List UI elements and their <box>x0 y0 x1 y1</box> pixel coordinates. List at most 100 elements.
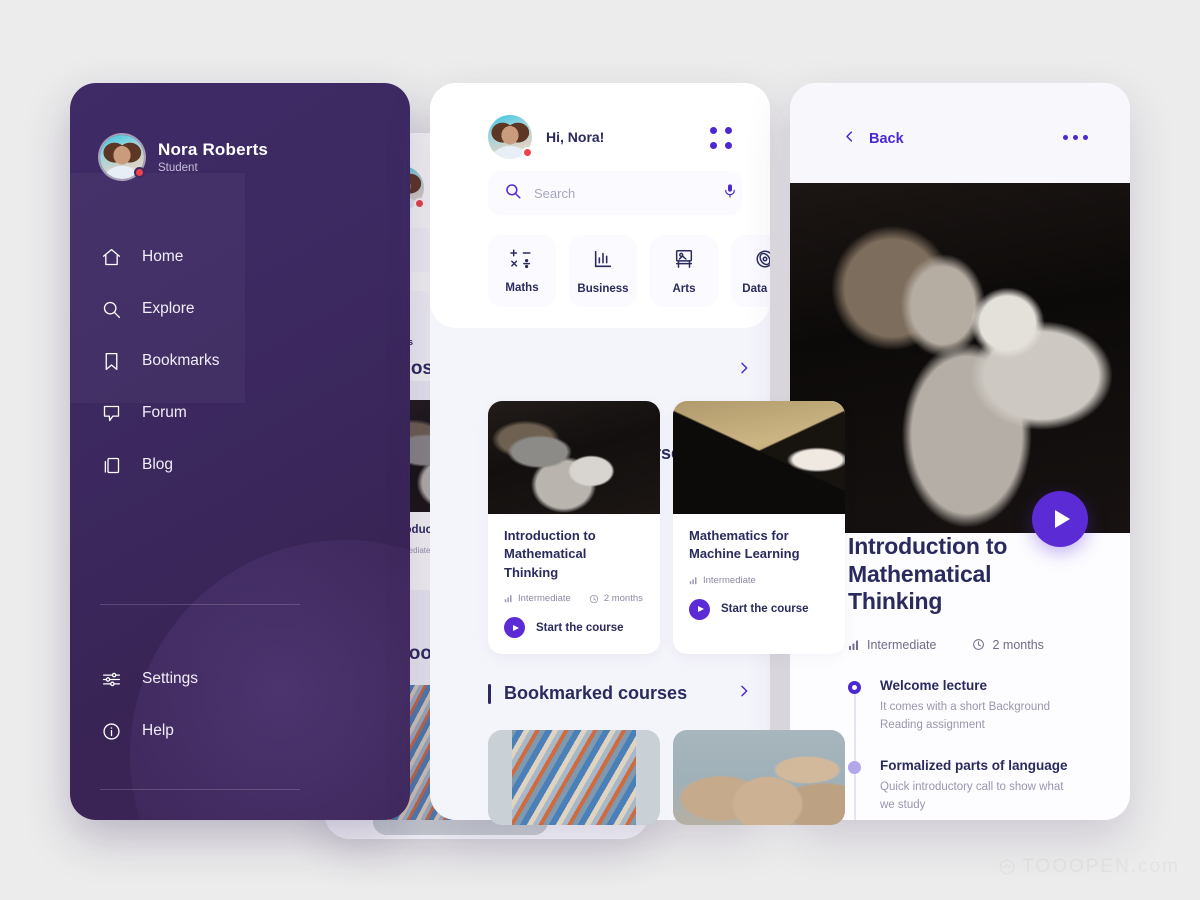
lecture-title: Welcome lecture <box>880 677 988 693</box>
start-course-label: Start the course <box>721 603 809 616</box>
sidebar-profile[interactable]: Nora Roberts Student <box>100 135 268 179</box>
play-icon[interactable] <box>1032 491 1088 547</box>
category-maths[interactable]: Maths <box>488 235 556 307</box>
sidebar-logout-wrap: Logout <box>100 811 350 820</box>
profile-role: Student <box>158 162 198 175</box>
divider <box>100 789 300 790</box>
category-arts[interactable]: Arts <box>650 235 718 307</box>
category-business[interactable]: Business <box>569 235 637 307</box>
sidebar-secondary-nav: Settings Help <box>100 653 350 757</box>
watermark: TOOOPEN.com <box>998 856 1180 878</box>
sidebar-item-bookmarks[interactable]: Bookmarks <box>100 335 350 387</box>
course-thumbnail <box>488 401 660 514</box>
sidebar-item-label: Forum <box>142 404 187 421</box>
sidebar-item-home[interactable]: Home <box>100 231 350 283</box>
sidebar-panel: Nora Roberts Student Home Explore Bookma… <box>70 83 410 820</box>
category-label: Arts <box>672 282 696 295</box>
bookmark-card[interactable] <box>488 730 660 825</box>
blog-icon <box>100 454 122 476</box>
course-level: Intermediate <box>848 638 936 652</box>
math-operators-icon <box>510 248 534 274</box>
course-level: Intermediate <box>689 575 756 586</box>
lecture-item[interactable]: Formalized parts of language Quick intro… <box>848 758 1072 815</box>
bookmark-card[interactable] <box>673 730 845 825</box>
back-label: Back <box>869 130 904 147</box>
chat-icon <box>100 402 122 424</box>
profile-name: Nora Roberts <box>158 139 269 159</box>
course-title: Introduction to Mathematical Thinking <box>504 528 596 580</box>
course-meta: Intermediate 2 months <box>848 638 1072 652</box>
sidebar-item-label: Bookmarks <box>142 352 220 369</box>
sidebar-item-explore[interactable]: Explore <box>100 283 350 335</box>
sidebar-item-label: Home <box>142 248 184 265</box>
sidebar-item-settings[interactable]: Settings <box>100 653 350 705</box>
more-horizontal-icon[interactable] <box>1063 135 1088 140</box>
category-label: Business <box>577 282 629 295</box>
lecture-description: Quick introductory call to show what we … <box>880 781 1064 812</box>
course-meta: Intermediate 2 months <box>504 593 644 604</box>
bookmarked-course-list <box>488 730 845 825</box>
greeting-text: Hi, Nora! <box>546 129 605 145</box>
category-label: Maths <box>505 282 539 294</box>
status-dot <box>134 167 145 178</box>
search-input[interactable] <box>534 185 710 201</box>
avatar[interactable] <box>488 115 533 159</box>
atom-icon <box>754 248 770 275</box>
popular-course-list: Introduction to Mathematical Thinking In… <box>488 401 845 655</box>
canvas: Nora Roberts Student Home Explore Bookma… <box>0 0 1200 900</box>
play-icon <box>504 617 525 639</box>
status-dot <box>414 198 425 209</box>
home-icon <box>100 246 122 268</box>
watermark-icon <box>999 859 1015 875</box>
signal-bars-icon <box>504 595 512 603</box>
info-icon <box>100 720 122 742</box>
category-list: Maths Business Arts Data Sci <box>488 235 770 307</box>
lecture-list: Welcome lecture It comes with a short Ba… <box>848 678 1072 820</box>
signal-bars-icon <box>689 577 697 585</box>
category-data-science[interactable]: Data Sci <box>731 235 770 307</box>
microphone-icon[interactable] <box>722 183 738 204</box>
avatar <box>100 135 145 179</box>
section-label: Bookmarked courses <box>504 683 688 703</box>
bookmark-icon <box>100 350 122 372</box>
lecture-bullet-icon <box>848 761 861 775</box>
watermark-text: TOOOPEN.com <box>1022 856 1180 877</box>
section-bookmarked-more[interactable] <box>736 683 752 704</box>
start-course-button[interactable]: Start the course <box>689 598 829 620</box>
sidebar-item-logout[interactable]: Logout <box>100 811 350 820</box>
sidebar-item-forum[interactable]: Forum <box>100 387 350 439</box>
course-card[interactable]: Introduction to Mathematical Thinking In… <box>488 401 660 655</box>
course-meta: Intermediate <box>689 575 829 586</box>
start-course-label: Start the course <box>536 621 624 634</box>
back-button[interactable]: Back <box>842 129 904 148</box>
greeting-row: Hi, Nora! <box>488 115 604 159</box>
signal-bars-icon <box>849 640 858 650</box>
chevron-left-icon <box>842 129 857 148</box>
lecture-title: Formalized parts of language <box>880 758 1068 774</box>
section-popular-more[interactable] <box>736 360 752 381</box>
search-icon <box>504 182 522 205</box>
status-dot <box>522 147 533 158</box>
start-course-button[interactable]: Start the course <box>504 617 644 639</box>
course-title: Introduction to Mathematical Thinking <box>848 533 1008 615</box>
course-thumbnail <box>673 401 845 514</box>
clock-icon <box>973 639 985 651</box>
play-icon <box>689 598 710 620</box>
sidebar-item-blog[interactable]: Blog <box>100 439 350 491</box>
sidebar-item-label: Help <box>142 722 174 739</box>
search-icon <box>100 298 122 320</box>
lecture-item[interactable]: Welcome lecture It comes with a short Ba… <box>848 678 1072 735</box>
course-level: Intermediate <box>504 593 571 604</box>
category-label: Data Sci <box>742 282 770 295</box>
clock-icon <box>589 594 598 604</box>
lecture-description: It comes with a short Background Reading… <box>880 700 1051 731</box>
grid-dots-icon[interactable] <box>710 127 732 149</box>
accent-bar <box>488 683 491 704</box>
course-title: Mathematics for Machine Learning <box>689 528 800 562</box>
sidebar-item-label: Settings <box>142 670 199 687</box>
sidebar-item-label: Blog <box>142 456 174 473</box>
course-card[interactable]: Mathematics for Machine Learning Interme… <box>673 401 845 655</box>
sidebar-item-help[interactable]: Help <box>100 705 350 757</box>
easel-icon <box>673 248 695 275</box>
search-box[interactable] <box>488 171 742 215</box>
